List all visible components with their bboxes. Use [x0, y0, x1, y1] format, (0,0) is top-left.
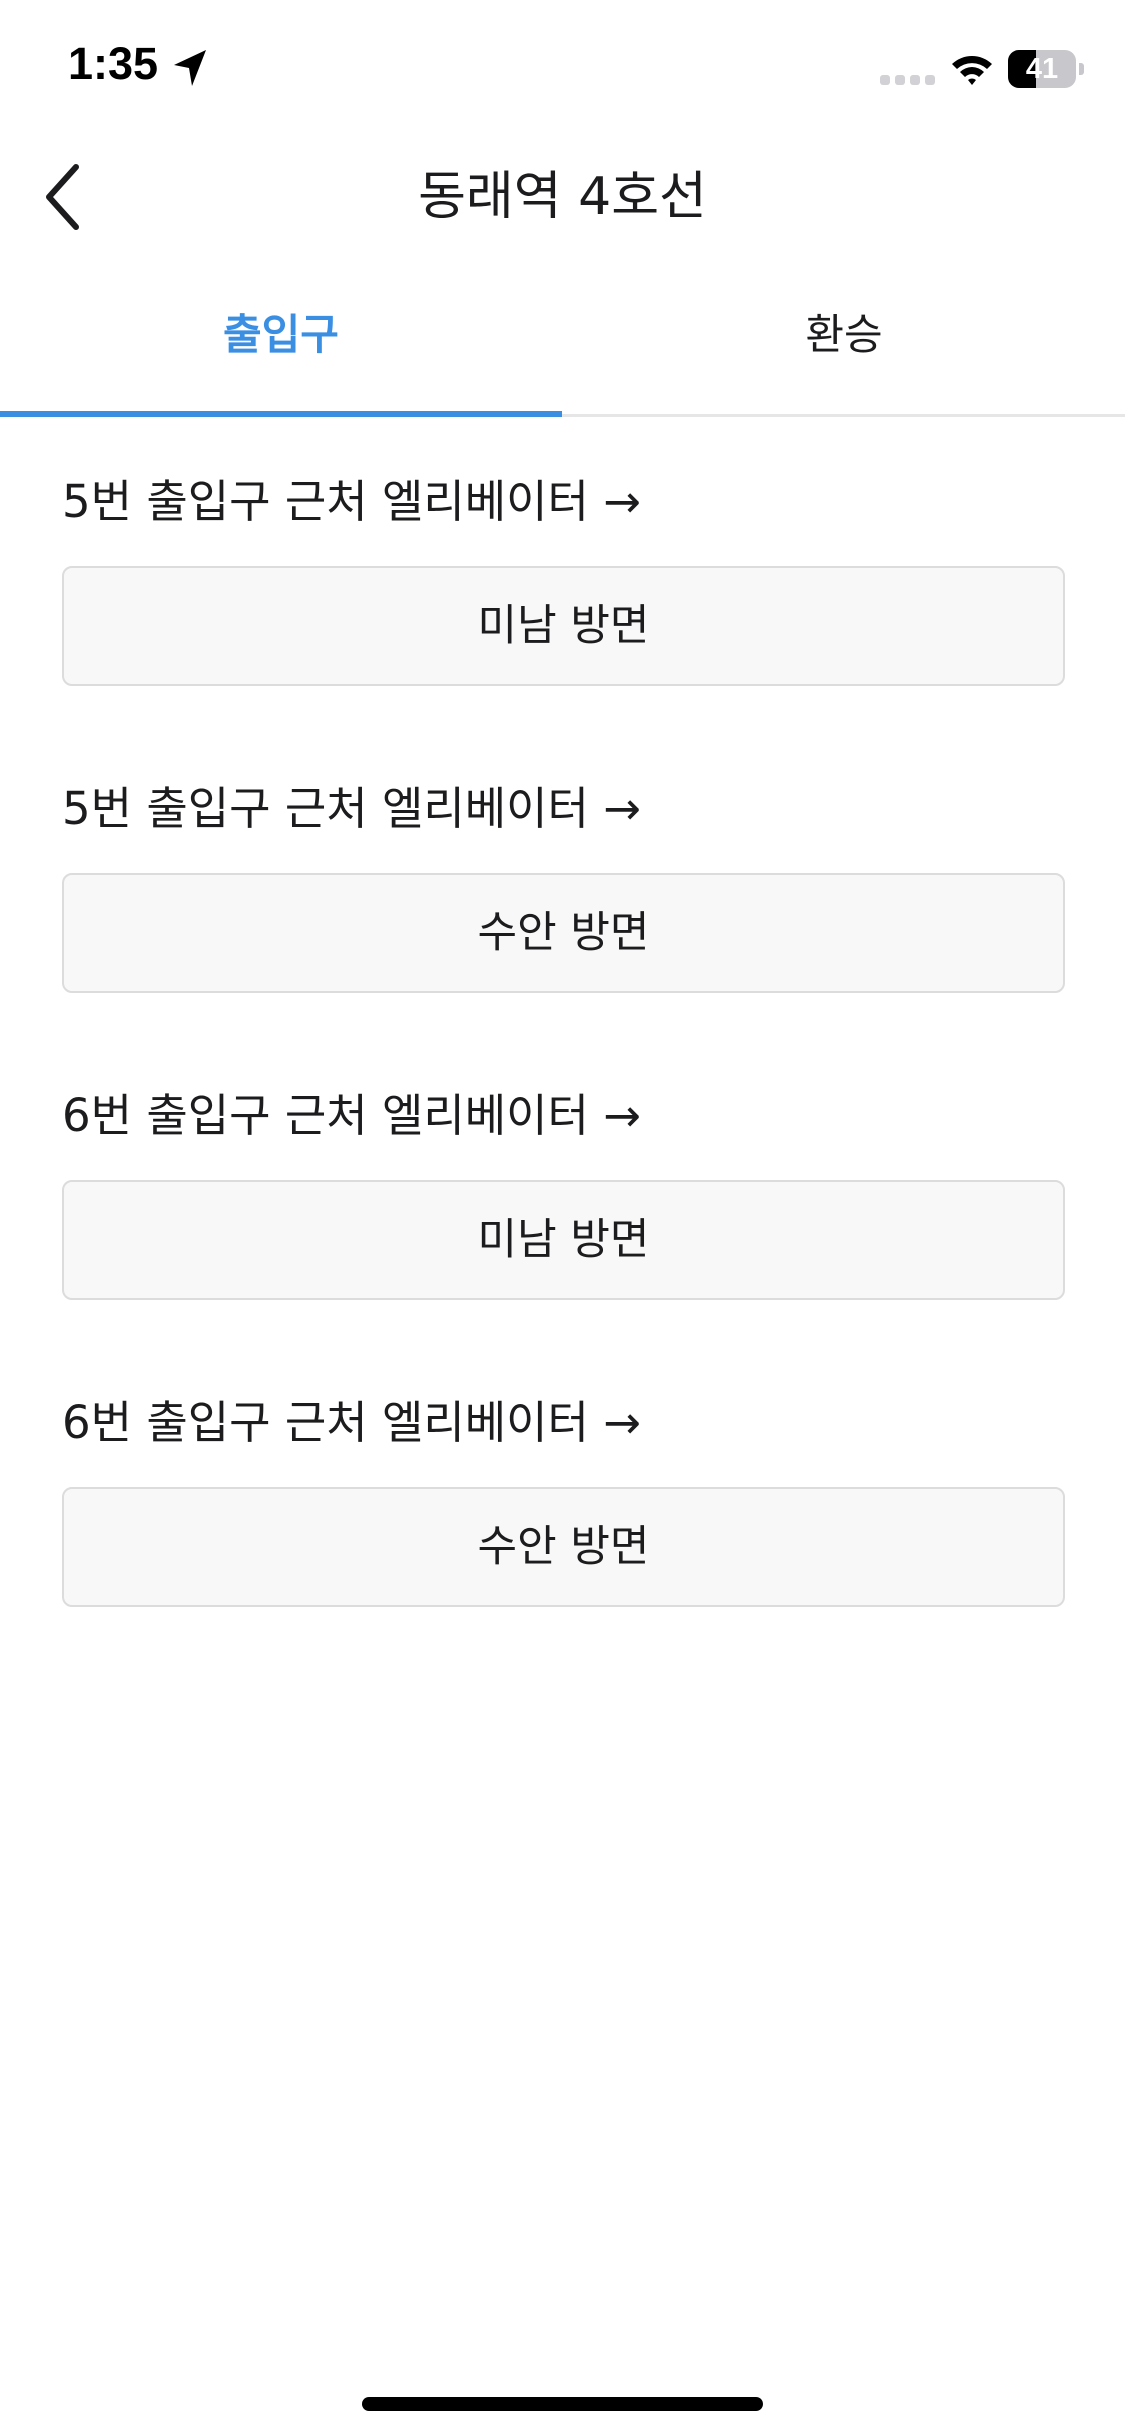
page-title: 동래역 4호선: [418, 167, 707, 227]
battery-level: 41: [1025, 53, 1059, 85]
elevator-heading-link[interactable]: 6번 출입구 근처 엘리베이터 →: [62, 1391, 641, 1455]
tab-transfer[interactable]: 환승: [563, 290, 1125, 414]
status-time: 1:35: [68, 38, 159, 89]
home-indicator[interactable]: [362, 2397, 763, 2411]
direction-button[interactable]: 미남 방면: [62, 566, 1065, 686]
tab-bar: 출입구 환승: [0, 290, 1125, 417]
direction-button[interactable]: 수안 방면: [62, 873, 1065, 993]
active-tab-indicator: [0, 411, 562, 417]
elevator-section: 5번 출입구 근처 엘리베이터 → 수안 방면: [62, 777, 1065, 1084]
nav-header: 동래역 4호선: [0, 132, 1125, 262]
battery-icon: 41: [1008, 50, 1084, 88]
direction-button[interactable]: 수안 방면: [62, 1487, 1065, 1607]
tab-entrance-label: 출입구: [223, 310, 339, 359]
elevator-heading-link[interactable]: 5번 출입구 근처 엘리베이터 →: [62, 470, 641, 534]
location-arrow-icon: [174, 50, 206, 86]
chevron-left-icon: [46, 164, 79, 230]
status-bar: 1:35 41: [0, 0, 1125, 132]
elevator-section: 6번 출입구 근처 엘리베이터 → 수안 방면: [62, 1391, 1065, 1698]
tab-entrance[interactable]: 출입구: [0, 290, 562, 417]
battery-body: 41: [1008, 50, 1076, 88]
elevator-heading-link[interactable]: 6번 출입구 근처 엘리베이터 →: [62, 1084, 641, 1148]
elevator-section: 5번 출입구 근처 엘리베이터 → 미남 방면: [62, 470, 1065, 777]
back-button[interactable]: [30, 157, 110, 237]
cellular-signal-icon: [880, 75, 935, 85]
tab-transfer-label: 환승: [805, 310, 883, 359]
elevator-list: 5번 출입구 근처 엘리베이터 → 미남 방면 5번 출입구 근처 엘리베이터 …: [62, 470, 1065, 1698]
elevator-section: 6번 출입구 근처 엘리베이터 → 미남 방면: [62, 1084, 1065, 1391]
direction-button[interactable]: 미남 방면: [62, 1180, 1065, 1300]
wifi-icon: [952, 56, 992, 85]
elevator-heading-link[interactable]: 5번 출입구 근처 엘리베이터 →: [62, 777, 641, 841]
battery-cap: [1079, 63, 1084, 75]
